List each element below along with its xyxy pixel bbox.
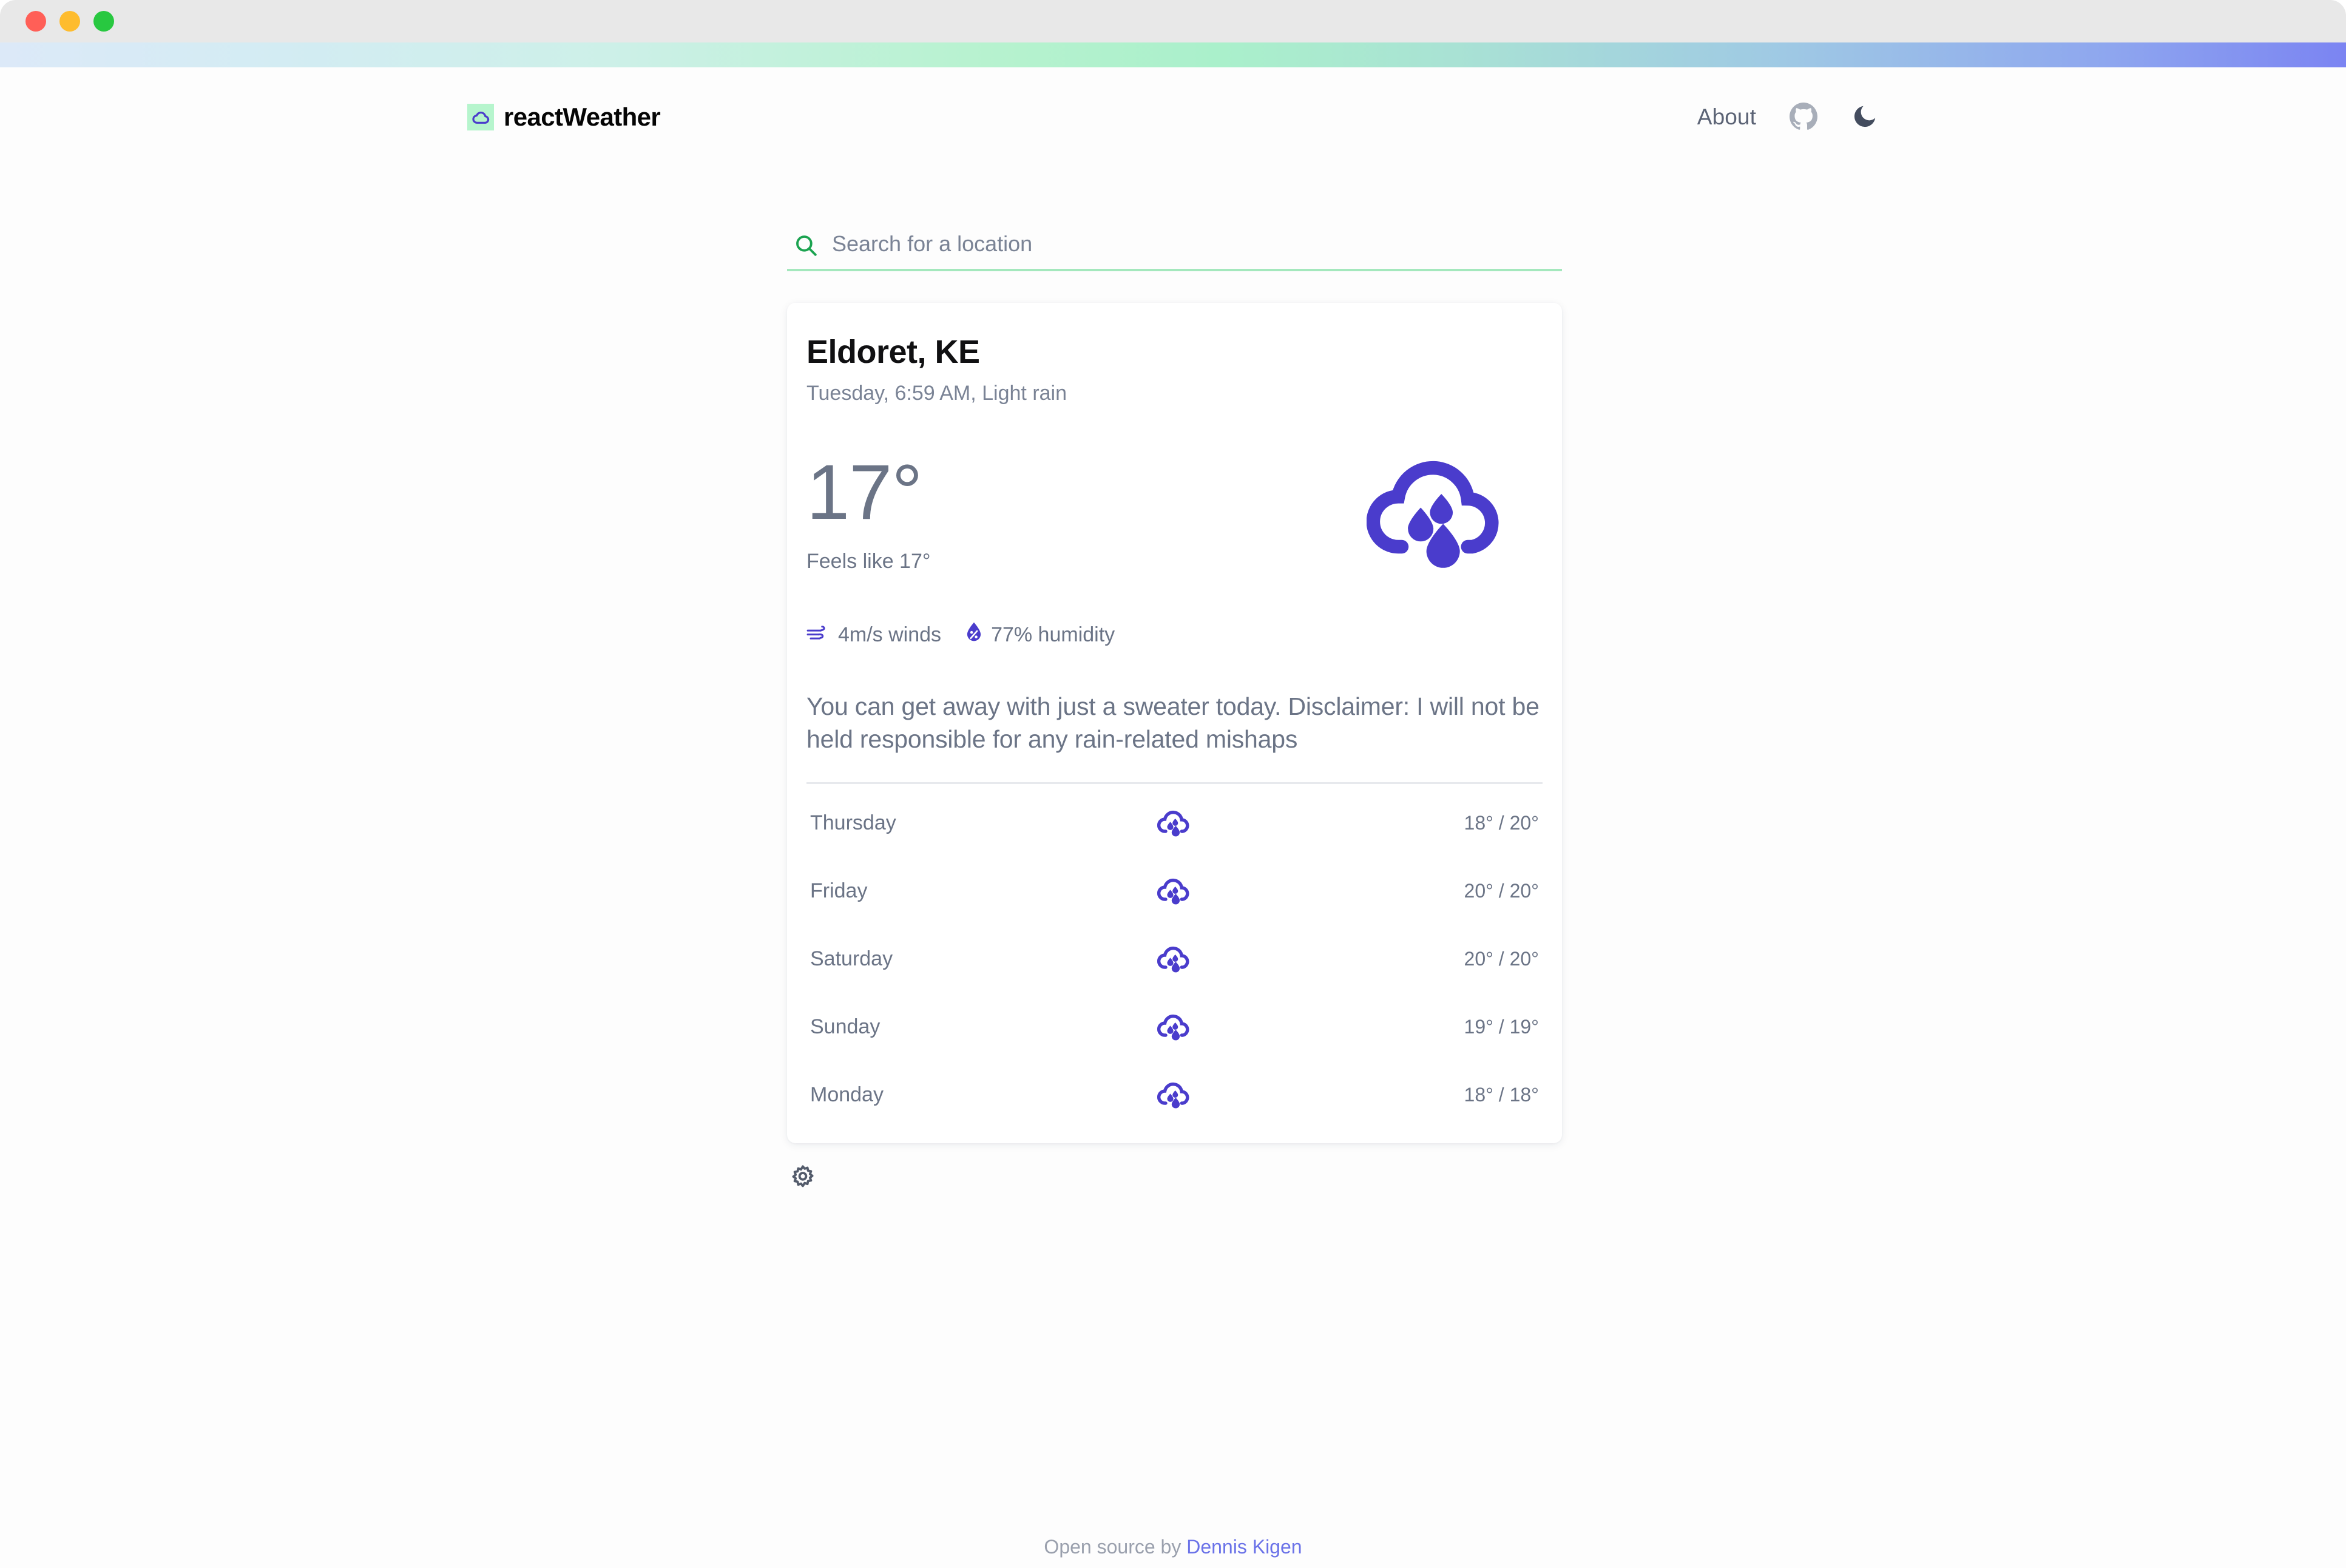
zoom-window-button[interactable]: [93, 11, 114, 32]
brand-name: reactWeather: [504, 103, 661, 131]
search-input[interactable]: [832, 231, 1562, 262]
humidity-label: 77% humidity: [991, 623, 1115, 646]
wind-label: 4m/s winds: [838, 623, 942, 646]
gradient-accent-bar: [0, 42, 2346, 67]
weather-stats-row: 4m/s winds 77% humidity: [806, 621, 1543, 649]
location-title: Eldoret, KE: [806, 334, 980, 370]
table-row[interactable]: Monday 18° / 18°: [806, 1061, 1543, 1129]
wind-icon: [806, 623, 831, 647]
github-link-button[interactable]: [1789, 102, 1818, 133]
cloud-icon: [467, 104, 494, 130]
forecast-day: Sunday: [810, 1015, 881, 1038]
nav-link-about[interactable]: About: [1697, 104, 1756, 130]
brand-logo[interactable]: reactWeather: [467, 103, 661, 132]
weather-card: Eldoret, KE Tuesday, 6:59 AM, Light rain…: [787, 303, 1562, 1143]
current-conditions-row: 17° Feels like 17°: [806, 437, 1543, 589]
minimize-window-button[interactable]: [59, 11, 80, 32]
forecast-temps: 20° / 20°: [1464, 879, 1539, 902]
forecast-day: Friday: [810, 879, 868, 902]
footer: Open source by Dennis Kigen: [0, 1536, 2346, 1558]
cloud-rain-icon: [1101, 1080, 1248, 1109]
cloud-rain-icon: [1366, 452, 1507, 574]
forecast-temps: 19° / 19°: [1464, 1015, 1539, 1038]
footer-prefix: Open source by: [1044, 1536, 1187, 1558]
table-row[interactable]: Friday 20° / 20°: [806, 857, 1543, 925]
dark-mode-toggle-button[interactable]: [1851, 103, 1879, 132]
humidity-stat: 77% humidity: [964, 621, 1115, 649]
forecast-temps: 18° / 20°: [1464, 811, 1539, 834]
location-search-bar[interactable]: [787, 224, 1562, 271]
table-row[interactable]: Thursday 18° / 20°: [806, 789, 1543, 857]
cloud-rain-icon: [1101, 944, 1248, 973]
main-nav: About: [1697, 102, 1879, 133]
forecast-day: Monday: [810, 1083, 884, 1106]
weather-advice-text: You can get away with just a sweater tod…: [806, 692, 1540, 754]
forecast-day: Saturday: [810, 947, 893, 970]
table-row[interactable]: Sunday 19° / 19°: [806, 993, 1543, 1061]
forecast-list: Thursday 18° / 20° Friday 20° / 20° Satu…: [806, 784, 1543, 1129]
forecast-day: Thursday: [810, 811, 896, 834]
cloud-rain-icon: [1101, 1012, 1248, 1041]
window-title-bar: [0, 0, 2346, 42]
page-canvas: reactWeather About Search for a location…: [0, 67, 2346, 1568]
cloud-rain-icon: [1101, 808, 1248, 837]
forecast-temps: 20° / 20°: [1464, 947, 1539, 970]
site-header: reactWeather About: [0, 81, 2346, 154]
current-condition-icon-wrapper: [1346, 437, 1528, 589]
moon-icon: [1851, 103, 1879, 132]
current-temperature: 17°: [806, 449, 923, 536]
table-row[interactable]: Saturday 20° / 20°: [806, 925, 1543, 993]
forecast-temps: 18° / 18°: [1464, 1083, 1539, 1106]
feels-like-temperature: Feels like 17°: [806, 550, 931, 573]
cloud-rain-icon: [1101, 876, 1248, 905]
search-icon: [793, 232, 819, 261]
traffic-lights: [25, 11, 114, 32]
location-subtitle: Tuesday, 6:59 AM, Light rain: [806, 382, 1067, 405]
wind-stat: 4m/s winds: [806, 623, 941, 647]
temperature-block: 17° Feels like 17°: [806, 437, 930, 573]
github-icon: [1789, 102, 1818, 133]
settings-button[interactable]: [787, 1163, 819, 1194]
close-window-button[interactable]: [25, 11, 46, 32]
humidity-droplet-icon: [964, 621, 984, 649]
gear-icon: [788, 1163, 817, 1194]
footer-author-link[interactable]: Dennis Kigen: [1186, 1536, 1302, 1558]
